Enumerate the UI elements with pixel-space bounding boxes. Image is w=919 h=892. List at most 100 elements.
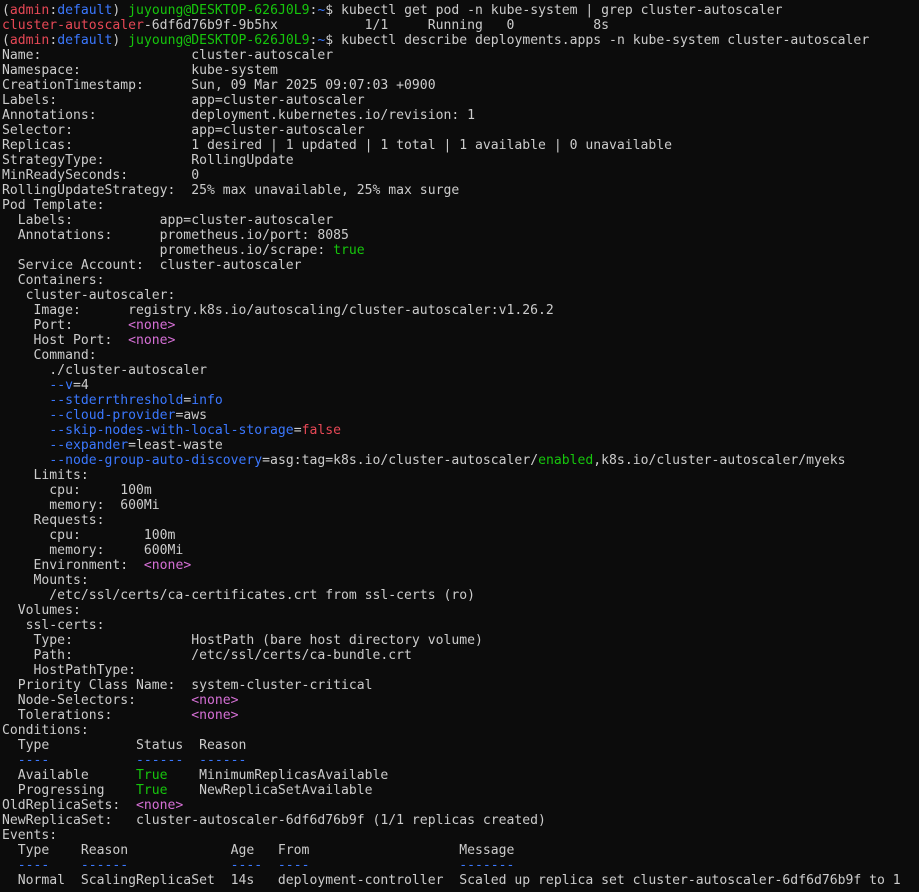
terminal-text: Mounts: [2,573,89,588]
terminal-line: --skip-nodes-with-local-storage=false [2,423,919,438]
terminal-text: Command: [2,348,97,363]
terminal-text: <none> [191,693,239,708]
terminal-text: Name: cluster-autoscaler [2,48,334,63]
terminal-line: cpu: 100m [2,528,919,543]
terminal-text: Limits: [2,468,89,483]
terminal-text: admin [9,33,50,48]
terminal-text: MinimumReplicasAvailable [167,768,389,783]
terminal-line: Name: cluster-autoscaler [2,48,919,63]
terminal-text: NewReplicaSet: cluster-autoscaler-6df6d7… [2,813,546,828]
terminal-line: Service Account: cluster-autoscaler [2,258,919,273]
terminal-line: Selector: app=cluster-autoscaler [2,123,919,138]
terminal-text: <none> [128,333,176,348]
terminal-text: CreationTimestamp: Sun, 09 Mar 2025 09:0… [2,78,436,93]
terminal-line: Annotations: prometheus.io/port: 8085 [2,228,919,243]
terminal-line: memory: 600Mi [2,543,919,558]
terminal-line: (admin:default) juyoung@DESKTOP-626J0L9:… [2,3,919,18]
terminal-line: Limits: [2,468,919,483]
terminal-text: Environment: [2,558,144,573]
terminal-text: True [136,768,168,783]
terminal-text: StrategyType: RollingUpdate [2,153,294,168]
terminal-text: Available [2,768,137,783]
terminal-text: Namespace: kube-system [2,63,278,78]
terminal-text: ./cluster-autoscaler [2,363,207,378]
terminal-line: Progressing True NewReplicaSetAvailable [2,783,919,798]
terminal-text: ) [112,3,129,18]
terminal-line: Labels: app=cluster-autoscaler [2,213,919,228]
terminal-line: Host Port: <none> [2,333,919,348]
terminal-text: Normal ScalingReplicaSet 14s deployment-… [2,873,901,888]
terminal-line: --node-group-auto-discovery=asg:tag=k8s.… [2,453,919,468]
terminal-line: Priority Class Name: system-cluster-crit… [2,678,919,693]
terminal-text: default [57,33,113,48]
terminal-line: Containers: [2,273,919,288]
terminal-line: Node-Selectors: <none> [2,693,919,708]
terminal-text: --node-group-auto-discovery [49,453,263,468]
terminal-line: HostPathType: [2,663,919,678]
terminal-text: cluster-autoscaler [2,18,144,33]
terminal-line: /etc/ssl/certs/ca-certificates.crt from … [2,588,919,603]
terminal-text: Selector: app=cluster-autoscaler [2,123,365,138]
terminal-text: Containers: [2,273,105,288]
terminal-text: ( [2,3,10,18]
terminal-line: cpu: 100m [2,483,919,498]
terminal-text: Conditions: [2,723,89,738]
terminal-line: memory: 600Mi [2,498,919,513]
terminal-line: Events: [2,828,919,843]
terminal-line: prometheus.io/scrape: true [2,243,919,258]
terminal-text: enabled [538,453,594,468]
terminal-line: Type Status Reason [2,738,919,753]
terminal-line: Namespace: kube-system [2,63,919,78]
terminal-text: $ kubectl describe deployments.apps -n k… [325,33,870,48]
terminal-line: Conditions: [2,723,919,738]
terminal-line: --v=4 [2,378,919,393]
terminal-text: $ kubectl get pod -n kube-system | grep … [325,3,783,18]
terminal-text: Type Status Reason [2,738,247,753]
terminal-line: StrategyType: RollingUpdate [2,153,919,168]
terminal-text: <none> [143,558,192,573]
terminal-text: ---- ------ ------ [17,753,247,768]
terminal-text: cpu: 100m [2,483,152,498]
terminal-window[interactable]: (admin:default) juyoung@DESKTOP-626J0L9:… [0,0,919,892]
terminal-line: ---- ------ ---- ---- ------- [2,858,919,873]
terminal-text: NewReplicaSetAvailable [167,783,373,798]
terminal-line: Tolerations: <none> [2,708,919,723]
terminal-line: RollingUpdateStrategy: 25% max unavailab… [2,183,919,198]
terminal-text: ssl-certs: [2,618,105,633]
terminal-line: Type Reason Age From Message [2,843,919,858]
terminal-line: OldReplicaSets: <none> [2,798,919,813]
terminal-line: --stderrthreshold=info [2,393,919,408]
terminal-text: Volumes: [2,603,81,618]
terminal-text: ) [112,33,129,48]
terminal-text: true [333,243,365,258]
terminal-line: Normal ScalingReplicaSet 14s deployment-… [2,873,919,888]
terminal-text: HostPathType: [2,663,137,678]
terminal-line: Environment: <none> [2,558,919,573]
terminal-text: MinReadySeconds: 0 [2,168,200,183]
terminal-line: cluster-autoscaler: [2,288,919,303]
terminal-line: (admin:default) juyoung@DESKTOP-626J0L9:… [2,33,919,48]
terminal-text: Path: /etc/ssl/certs/ca-bundle.crt [2,648,412,663]
terminal-text: /etc/ssl/certs/ca-certificates.crt from … [2,588,475,603]
terminal-text: ( [2,33,10,48]
terminal-line: cluster-autoscaler-6df6d76b9f-9b5hx 1/1 … [2,18,919,33]
terminal-text: prometheus.io/scrape: [2,243,334,258]
terminal-text: --stderrthreshold [49,393,184,408]
terminal-line: ssl-certs: [2,618,919,633]
terminal-line: Port: <none> [2,318,919,333]
terminal-text: = [293,423,302,438]
terminal-text: cluster-autoscaler: [2,288,176,303]
terminal-text: Host Port: [2,333,129,348]
terminal-line: Labels: app=cluster-autoscaler [2,93,919,108]
terminal-text: Replicas: 1 desired | 1 updated | 1 tota… [2,138,673,153]
terminal-text: =least-waste [128,438,223,453]
terminal-line: Pod Template: [2,198,919,213]
terminal-text: Labels: app=cluster-autoscaler [2,213,334,228]
terminal-text: =4 [72,378,89,393]
terminal-text: =asg:tag=k8s.io/cluster-autoscaler/ [262,453,539,468]
terminal-text: Type Reason Age From Message [2,843,515,858]
